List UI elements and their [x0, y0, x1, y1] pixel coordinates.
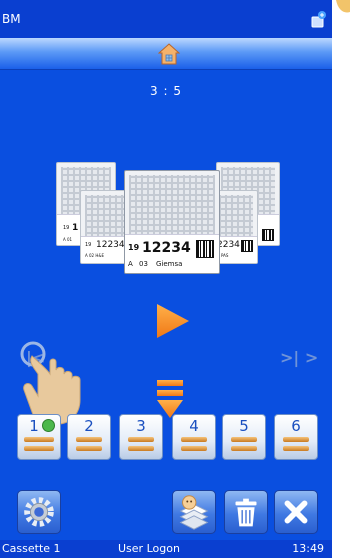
cassette-num: 19 — [85, 242, 92, 248]
status-bar-top: BM — [0, 0, 332, 38]
slot-number: 3 — [136, 417, 146, 435]
tray-icon — [128, 446, 154, 451]
settings-button[interactable] — [17, 490, 61, 534]
slot-3[interactable]: 3 — [119, 414, 163, 460]
next-nav-icon[interactable]: >| > — [280, 348, 318, 367]
user-logon[interactable]: User Logon — [118, 542, 180, 555]
close-icon — [284, 500, 308, 524]
play-icon[interactable] — [155, 302, 191, 340]
check-icon — [42, 419, 55, 432]
tray-icon — [128, 437, 154, 442]
action-row — [0, 468, 332, 540]
cassette-code: 1 — [72, 223, 79, 233]
cassette-code: 12234 — [96, 240, 125, 250]
tray-icon — [24, 446, 54, 451]
cassette-carousel[interactable]: 19 1 A 01 19 12234 A 02 H&E 2234 PAS 19 … — [0, 150, 332, 280]
slot-1[interactable]: 1 — [17, 414, 61, 460]
slot-6[interactable]: 6 — [274, 414, 318, 460]
cassette-stain: Giemsa — [156, 260, 183, 268]
tray-icon — [76, 437, 102, 442]
cassette-slot-row: 1 2 3 4 5 6 — [0, 414, 332, 462]
tray-icon — [231, 437, 257, 442]
slot-5[interactable]: 5 — [222, 414, 266, 460]
qr-code-icon — [262, 229, 274, 241]
cassette-grid — [129, 175, 215, 239]
close-button[interactable] — [274, 490, 318, 534]
cassette-num: 19 — [128, 243, 140, 252]
stack-button[interactable] — [172, 490, 216, 534]
slot-number: 2 — [84, 417, 94, 435]
cassette-code: 12234 — [142, 240, 191, 256]
cassette-line2: A 02 H&E — [85, 253, 105, 258]
cassette-counter: 3 : 5 — [150, 84, 182, 98]
cassette-line2: PAS — [221, 253, 229, 258]
cassette-num: 19 — [63, 225, 70, 231]
screen: BM 3 : 5 19 1 A 01 19 12234 A 02 H&E 223… — [0, 0, 332, 558]
home-bar — [0, 38, 332, 70]
tray-icon — [283, 437, 309, 442]
stack-icon — [179, 495, 209, 530]
tray-icon — [283, 446, 309, 451]
clock: 13:49 — [292, 542, 324, 555]
slot-2[interactable]: 2 — [67, 414, 111, 460]
qr-code-icon — [241, 240, 253, 252]
cassette-level: 03 — [139, 260, 148, 268]
cassette-status: Cassette 1 — [2, 542, 61, 555]
tray-icon — [24, 437, 54, 442]
tray-icon — [181, 446, 207, 451]
trash-icon — [235, 498, 257, 527]
cassette-front[interactable]: 19 12234 A 03 Giemsa — [124, 170, 220, 274]
cassette-code: 2234 — [217, 240, 240, 250]
corner-ribbon-icon — [336, 0, 350, 13]
tray-icon — [181, 437, 207, 442]
app-title: BM — [2, 12, 21, 26]
qr-code-icon — [196, 240, 214, 258]
tray-icon — [76, 446, 102, 451]
slot-number: 4 — [189, 417, 199, 435]
status-bar-bottom: Cassette 1 User Logon 13:49 — [0, 540, 332, 558]
slot-4[interactable]: 4 — [172, 414, 216, 460]
slot-number: 6 — [291, 417, 301, 435]
sync-icon — [311, 11, 326, 28]
settings-icon — [24, 497, 54, 527]
tray-icon — [231, 446, 257, 451]
cassette-line2: A 01 — [63, 237, 73, 242]
cassette-block: A — [128, 260, 133, 268]
delete-button[interactable] — [224, 490, 268, 534]
home-icon[interactable] — [158, 43, 180, 65]
slot-number: 5 — [239, 417, 249, 435]
